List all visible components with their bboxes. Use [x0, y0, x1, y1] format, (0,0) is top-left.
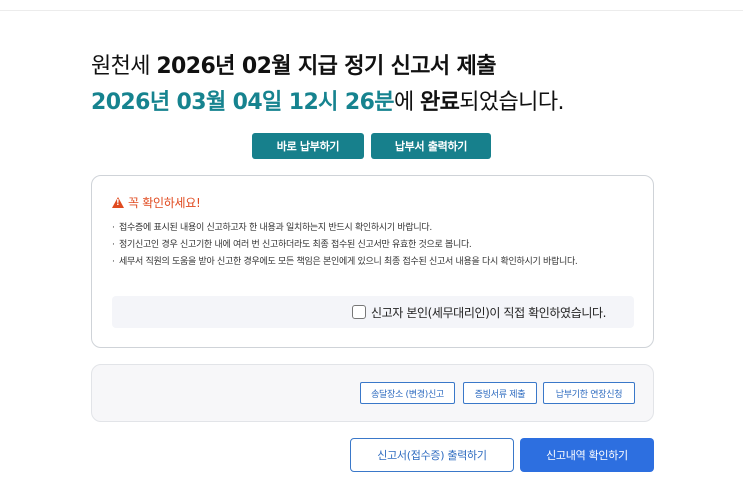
print-receipt-button[interactable]: 신고서(접수증) 출력하기 — [350, 438, 514, 472]
completion-message: 2026년 03월 04일 12시 26분에 완료되었습니다. — [91, 84, 564, 116]
confirm-checkbox[interactable] — [352, 305, 366, 319]
notice-title-text: 꼭 확인하세요! — [128, 196, 201, 210]
notice-box: 꼭 확인하세요! 접수증에 표시된 내용이 신고하고자 한 내용과 일치하는지 … — [91, 175, 654, 348]
title-prefix: 원천세 — [91, 54, 157, 79]
notice-item: 정기신고인 경우 신고기한 내에 여러 번 신고하더라도 최종 접수된 신고서만… — [112, 238, 622, 252]
view-history-button[interactable]: 신고내역 확인하기 — [520, 438, 654, 472]
additional-links-box: 송달장소 (변경)신고 증빙서류 제출 납부기한 연장신청 — [91, 364, 654, 422]
notice-item: 세무서 직원의 도움을 받아 신고한 경우에도 모든 책임은 본인에게 있으니 … — [112, 255, 622, 269]
pay-now-button[interactable]: 바로 납부하기 — [252, 133, 364, 159]
completion-datetime: 2026년 03월 04일 12시 26분 — [91, 90, 395, 115]
print-payment-slip-button[interactable]: 납부서 출력하기 — [371, 133, 491, 159]
evidence-submit-button[interactable]: 증빙서류 제출 — [463, 382, 537, 404]
notice-list: 접수증에 표시된 내용이 신고하고자 한 내용과 일치하는지 반드시 확인하시기… — [112, 221, 622, 272]
completion-mid: 에 — [393, 90, 420, 115]
warning-icon — [112, 197, 124, 208]
confirm-label[interactable]: 신고자 본인(세무대리인)이 직접 확인하였습니다. — [371, 304, 606, 321]
completion-suffix: 되었습니다. — [459, 90, 564, 115]
address-change-button[interactable]: 송달장소 (변경)신고 — [360, 382, 455, 404]
notice-item: 접수증에 표시된 내용이 신고하고자 한 내용과 일치하는지 반드시 확인하시기… — [112, 221, 622, 235]
top-divider — [0, 10, 743, 11]
completion-word: 완료 — [419, 90, 460, 115]
payment-extension-button[interactable]: 납부기한 연장신청 — [543, 382, 635, 404]
page-title: 원천세 2026년 02월 지급 정기 신고서 제출 — [91, 48, 497, 80]
notice-title: 꼭 확인하세요! — [112, 194, 201, 211]
title-main: 2026년 02월 지급 정기 신고서 제출 — [156, 54, 496, 79]
confirm-bar: 신고자 본인(세무대리인)이 직접 확인하였습니다. — [112, 296, 634, 328]
